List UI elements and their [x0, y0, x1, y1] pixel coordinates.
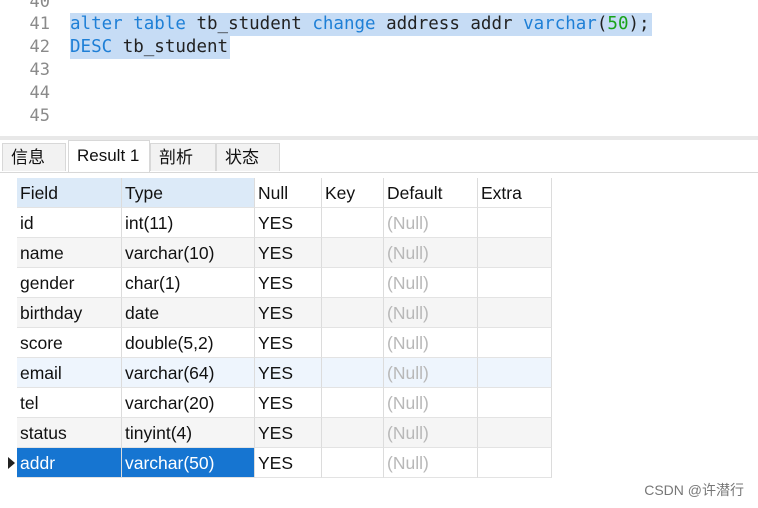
cell-type[interactable]: tinyint(4) — [122, 418, 255, 448]
column-header-null[interactable]: Null — [255, 178, 322, 208]
cell-type[interactable]: varchar(10) — [122, 238, 255, 268]
editor-line[interactable]: 43 — [0, 59, 758, 82]
column-header-key[interactable]: Key — [322, 178, 384, 208]
cell-default[interactable]: (Null) — [384, 238, 478, 268]
line-number: 41 — [29, 14, 50, 34]
cell-key[interactable] — [322, 238, 384, 268]
sql-number: 50 — [607, 14, 629, 34]
cell-extra[interactable] — [478, 208, 552, 238]
cell-key[interactable] — [322, 298, 384, 328]
cell-extra[interactable] — [478, 298, 552, 328]
cell-extra[interactable] — [478, 238, 552, 268]
cell-key[interactable] — [322, 328, 384, 358]
cell-extra[interactable] — [478, 328, 552, 358]
cell-extra[interactable] — [478, 418, 552, 448]
row-gutter — [0, 178, 17, 478]
cell-null[interactable]: YES — [255, 208, 322, 238]
cell-key[interactable] — [322, 388, 384, 418]
sql-keyword: DESC — [70, 37, 113, 57]
column-header-extra[interactable]: Extra — [478, 178, 552, 208]
editor-line[interactable]: 45 — [0, 105, 758, 128]
current-row-marker-icon — [8, 457, 15, 469]
sql-editor[interactable]: 40 41 alter table tb_student change addres… — [0, 0, 758, 136]
cell-type[interactable]: char(1) — [122, 268, 255, 298]
line-number: 42 — [29, 37, 50, 57]
sql-keyword: table — [133, 14, 186, 34]
code-text[interactable]: alter table tb_student change address ad… — [70, 13, 652, 36]
cell-default[interactable]: (Null) — [384, 268, 478, 298]
sql-identifier: tb_student — [112, 37, 229, 57]
cell-null[interactable]: YES — [255, 358, 322, 388]
cell-null[interactable]: YES — [255, 418, 322, 448]
cell-default[interactable]: (Null) — [384, 298, 478, 328]
tab-3[interactable]: 状态 — [216, 143, 280, 171]
line-number: 45 — [29, 106, 50, 126]
line-number: 40 — [29, 0, 50, 12]
cell-key[interactable] — [322, 358, 384, 388]
cell-key[interactable] — [322, 418, 384, 448]
cell-key[interactable] — [322, 268, 384, 298]
cell-default[interactable]: (Null) — [384, 388, 478, 418]
cell-type[interactable]: varchar(20) — [122, 388, 255, 418]
cell-default[interactable]: (Null) — [384, 418, 478, 448]
cell-field[interactable]: addr — [17, 448, 122, 478]
editor-line[interactable]: 42 DESC tb_student — [0, 36, 758, 59]
cell-extra[interactable] — [478, 388, 552, 418]
cell-field[interactable]: name — [17, 238, 122, 268]
cell-field[interactable]: gender — [17, 268, 122, 298]
cell-null[interactable]: YES — [255, 388, 322, 418]
cell-default[interactable]: (Null) — [384, 448, 478, 478]
cell-type[interactable]: varchar(64) — [122, 358, 255, 388]
tab-2[interactable]: 剖析 — [150, 143, 216, 171]
cell-type[interactable]: varchar(50) — [122, 448, 255, 478]
cell-extra[interactable] — [478, 268, 552, 298]
code-text[interactable]: DESC tb_student — [70, 36, 231, 59]
cell-field[interactable]: score — [17, 328, 122, 358]
cell-field[interactable]: tel — [17, 388, 122, 418]
cell-default[interactable]: (Null) — [384, 328, 478, 358]
cell-null[interactable]: YES — [255, 328, 322, 358]
cell-null[interactable]: YES — [255, 448, 322, 478]
sql-identifier: ); — [628, 14, 650, 34]
cell-key[interactable] — [322, 208, 384, 238]
cell-key[interactable] — [322, 448, 384, 478]
cell-extra[interactable] — [478, 358, 552, 388]
column-header-type[interactable]: Type — [122, 178, 255, 208]
editor-line[interactable]: 40 — [0, 0, 758, 14]
result-tabs: 信息 Result 1 剖析 状态 — [0, 140, 758, 173]
cell-null[interactable]: YES — [255, 238, 322, 268]
cell-extra[interactable] — [478, 448, 552, 478]
cell-default[interactable]: (Null) — [384, 208, 478, 238]
sql-identifier: ( — [596, 14, 608, 34]
sql-identifier: address addr — [375, 14, 524, 34]
tab-1[interactable]: Result 1 — [68, 140, 150, 172]
cell-type[interactable]: date — [122, 298, 255, 328]
line-number: 44 — [29, 83, 50, 103]
sql-identifier: tb_student — [185, 14, 313, 34]
cell-field[interactable]: email — [17, 358, 122, 388]
tab-0[interactable]: 信息 — [2, 143, 66, 171]
sql-identifier — [123, 14, 134, 34]
cell-type[interactable]: int(11) — [122, 208, 255, 238]
cell-default[interactable]: (Null) — [384, 358, 478, 388]
line-number: 43 — [29, 60, 50, 80]
cell-field[interactable]: birthday — [17, 298, 122, 328]
column-header-default[interactable]: Default — [384, 178, 478, 208]
sql-keyword: alter — [70, 14, 123, 34]
cell-null[interactable]: YES — [255, 268, 322, 298]
editor-line[interactable]: 44 — [0, 82, 758, 105]
sql-keyword: varchar — [523, 14, 597, 34]
editor-line[interactable]: 41 alter table tb_student change address … — [0, 13, 758, 36]
watermark: CSDN @许潜行 — [644, 482, 744, 498]
cell-field[interactable]: id — [17, 208, 122, 238]
column-header-field[interactable]: Field — [17, 178, 122, 208]
cell-field[interactable]: status — [17, 418, 122, 448]
sql-keyword: change — [312, 14, 376, 34]
cell-null[interactable]: YES — [255, 298, 322, 328]
cell-type[interactable]: double(5,2) — [122, 328, 255, 358]
